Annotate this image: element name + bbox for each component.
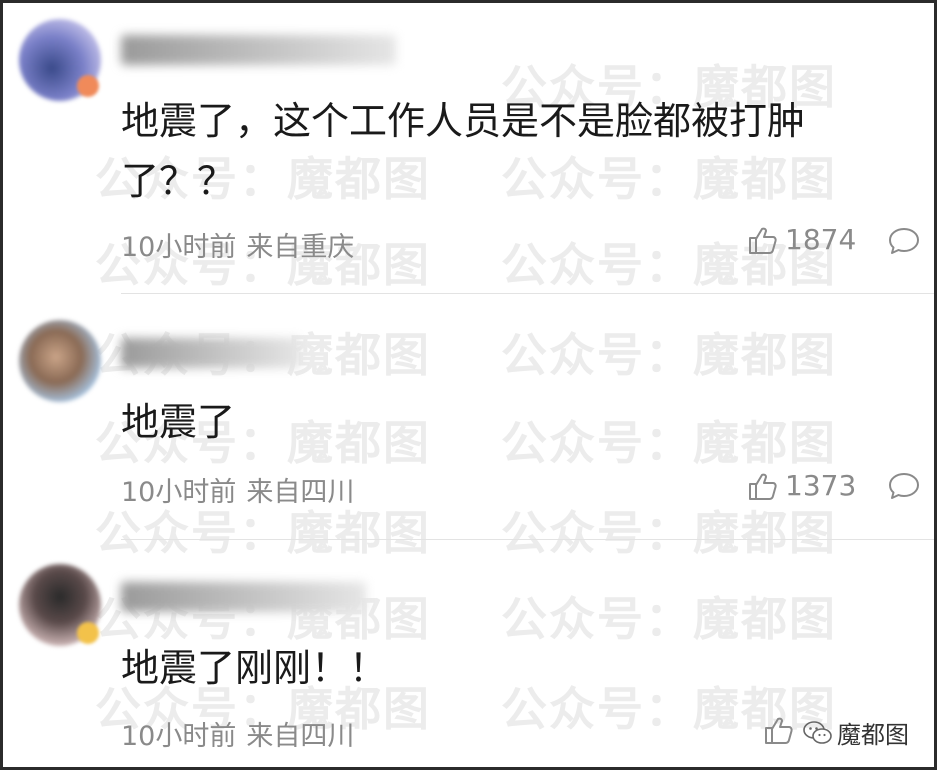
thumbs-up-icon (749, 473, 777, 500)
comment-bubble-icon[interactable] (887, 471, 921, 503)
comment-meta: 10小时前 来自重庆 (121, 225, 354, 264)
like-count: 1874 (785, 223, 857, 256)
username-blurred[interactable] (121, 35, 396, 65)
comment-time: 10小时前 (121, 477, 237, 508)
username-blurred[interactable] (121, 582, 366, 612)
comment-item: 地震了，这个工作人员是不是脸都被打肿了？？ 10小时前 来自重庆 1874 (3, 3, 934, 293)
wechat-logo-icon (803, 720, 832, 744)
like-button[interactable] (763, 714, 801, 746)
like-button[interactable]: 1373 (747, 469, 856, 502)
comment-meta: 10小时前 来自四川 (121, 470, 354, 509)
user-badge-icon (77, 75, 99, 97)
comment-bubble-icon[interactable] (887, 226, 921, 258)
comment-time: 10小时前 (121, 721, 237, 752)
comment-list: 公众号：魔都图 公众号：魔都图 公众号：魔都图 公众号：魔都图 公众号：魔都图 … (0, 0, 937, 770)
comment-text: 地震了 (121, 400, 236, 444)
thumbs-up-icon (749, 227, 777, 254)
thumbs-up-icon (765, 717, 793, 744)
like-count: 1373 (785, 469, 857, 502)
like-button[interactable]: 1874 (747, 223, 856, 256)
comment-location: 来自四川 (246, 477, 355, 508)
comment-time: 10小时前 (121, 232, 237, 263)
user-badge-icon (77, 622, 99, 644)
comment-location: 来自四川 (246, 721, 355, 752)
brand-label: 魔都图 (837, 721, 909, 749)
comment-text: 地震了，这个工作人员是不是脸都被打肿了？？ (121, 99, 806, 203)
comment-item: 地震了 10小时前 来自四川 1373 (3, 294, 934, 539)
avatar[interactable] (19, 320, 101, 402)
comment-meta: 10小时前 来自四川 (121, 714, 354, 753)
comment-text: 地震了刚刚！！ (121, 646, 388, 690)
brand-watermark: 魔都图 (803, 715, 909, 750)
username-blurred[interactable] (121, 338, 301, 368)
comment-location: 来自重庆 (246, 232, 355, 263)
comment-item: 地震了刚刚！！ 10小时前 来自四川 (3, 540, 934, 767)
